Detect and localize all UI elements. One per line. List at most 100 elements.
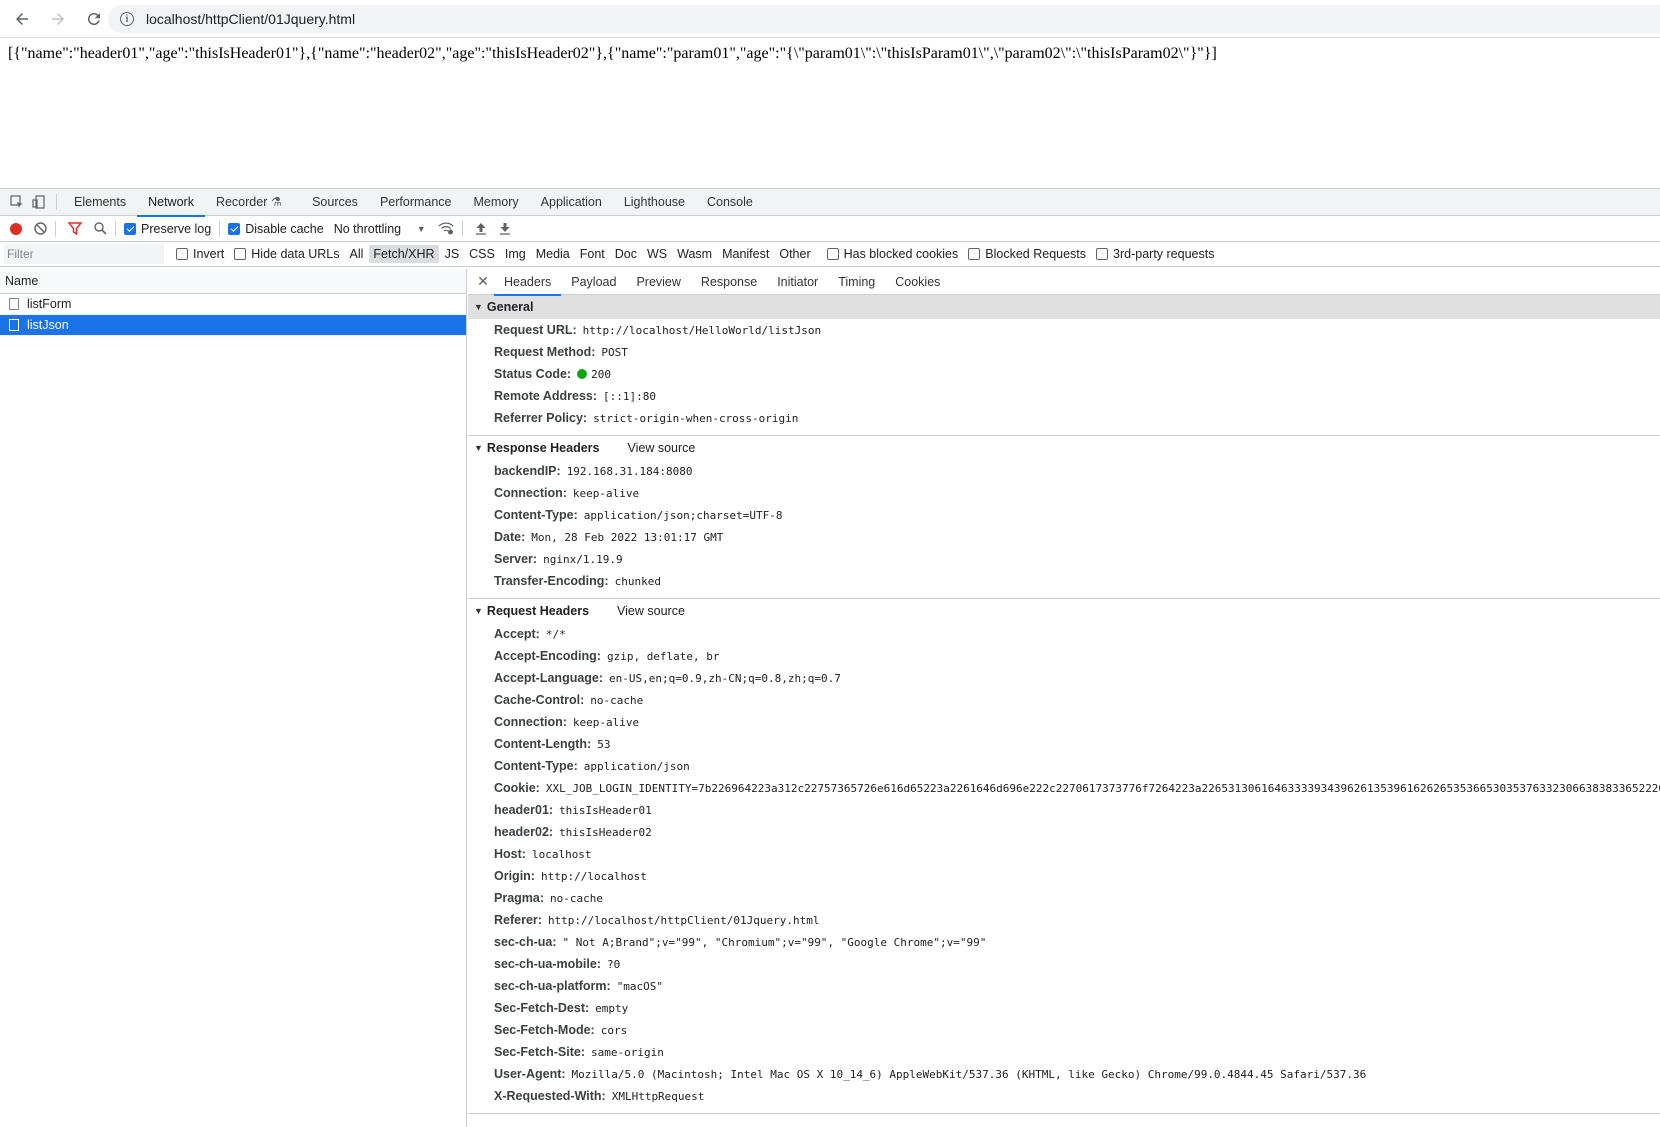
filter-type-all[interactable]: All	[346, 245, 368, 263]
filter-type-img[interactable]: Img	[501, 245, 530, 263]
filter-type-css[interactable]: CSS	[465, 245, 499, 263]
header-row: Accept-Language: en-US,en;q=0.9,zh-CN;q=0…	[468, 667, 1660, 689]
view-source-link[interactable]: View source	[617, 604, 685, 618]
separator	[219, 220, 221, 237]
throttling-select[interactable]: No throttling ▼	[334, 222, 426, 236]
request-row-listform[interactable]: listForm	[0, 294, 466, 315]
search-icon[interactable]	[94, 222, 107, 235]
tab-preview[interactable]: Preview	[626, 269, 690, 295]
info-icon[interactable]: i	[120, 12, 134, 26]
header-value: strict-origin-when-cross-origin	[593, 411, 799, 425]
filter-type-doc[interactable]: Doc	[611, 245, 641, 263]
filter-type-font[interactable]: Font	[576, 245, 609, 263]
disable-cache-label: Disable cache	[245, 221, 324, 236]
response-headers-section-header[interactable]: ▼ Response Headers View source	[468, 436, 1660, 460]
header-name: sec-ch-ua-mobile:	[494, 957, 601, 971]
filter-type-fetch-xhr[interactable]: Fetch/XHR	[369, 245, 439, 263]
tab-initiator[interactable]: Initiator	[767, 269, 828, 295]
has-blocked-cookies-label: Has blocked cookies	[843, 247, 959, 261]
inspect-element-icon[interactable]	[6, 191, 28, 213]
hide-data-urls-checkbox[interactable]: Hide data URLs	[234, 247, 340, 261]
tab-network[interactable]: Network	[137, 189, 205, 217]
tab-console[interactable]: Console	[696, 189, 764, 216]
export-har-icon[interactable]	[499, 222, 511, 235]
general-section-header[interactable]: ▼ General	[468, 295, 1660, 319]
header-name: Server:	[494, 552, 538, 566]
requests-list: Name listForm listJson	[0, 269, 467, 1127]
invert-label: Invert	[193, 247, 225, 261]
tab-payload[interactable]: Payload	[561, 269, 626, 295]
back-button[interactable]	[8, 5, 36, 33]
resource-type-filters: All Fetch/XHR JS CSS Img Media Font Doc …	[346, 245, 817, 263]
name-column-header[interactable]: Name	[0, 269, 466, 294]
header-name: Request Method:	[494, 345, 596, 359]
header-name: Origin:	[494, 869, 535, 883]
separator	[115, 220, 116, 237]
header-row: Transfer-Encoding: chunked	[468, 570, 1660, 592]
header-row: Cache-Control: no-cache	[468, 689, 1660, 711]
filter-type-js[interactable]: JS	[441, 245, 464, 263]
filter-type-media[interactable]: Media	[532, 245, 574, 263]
expand-triangle-icon: ▼	[474, 606, 483, 616]
tab-elements[interactable]: Elements	[63, 189, 137, 216]
clear-icon[interactable]	[34, 222, 47, 235]
header-name: Referer:	[494, 913, 542, 927]
request-headers-section-header[interactable]: ▼ Request Headers View source	[468, 599, 1660, 623]
device-toolbar-icon[interactable]	[28, 191, 50, 213]
tab-response[interactable]: Response	[691, 269, 767, 295]
filter-type-manifest[interactable]: Manifest	[718, 245, 773, 263]
header-row: Referer: http://localhost/httpClient/01Jq…	[468, 909, 1660, 931]
filter-icon[interactable]	[68, 222, 82, 235]
tab-sources[interactable]: Sources	[301, 189, 369, 216]
header-name: Transfer-Encoding:	[494, 574, 609, 588]
tab-cookies[interactable]: Cookies	[885, 269, 950, 295]
tab-headers[interactable]: Headers	[494, 269, 562, 296]
expand-triangle-icon: ▼	[474, 302, 483, 312]
tab-recorder[interactable]: Recorder ⚗	[205, 189, 293, 216]
header-name: header01:	[494, 803, 554, 817]
filter-type-other[interactable]: Other	[775, 245, 814, 263]
header-value: http://localhost	[540, 869, 647, 883]
header-name: Host:	[494, 847, 526, 861]
tab-performance[interactable]: Performance	[369, 189, 463, 216]
reload-button[interactable]	[80, 5, 108, 33]
record-icon[interactable]	[10, 222, 22, 235]
view-source-link[interactable]: View source	[627, 441, 695, 455]
tab-timing[interactable]: Timing	[828, 269, 885, 295]
header-row: sec-ch-ua-mobile: ?0	[468, 953, 1660, 975]
has-blocked-cookies-checkbox[interactable]: Has blocked cookies	[826, 247, 959, 261]
import-har-icon[interactable]	[475, 222, 487, 235]
address-bar[interactable]: i localhost/httpClient/01Jquery.html	[108, 5, 1660, 33]
tab-lighthouse[interactable]: Lighthouse	[613, 189, 696, 216]
header-value: empty	[595, 1001, 629, 1015]
blocked-requests-checkbox[interactable]: Blocked Requests	[968, 247, 1086, 261]
tab-memory[interactable]: Memory	[463, 189, 530, 216]
request-row-listjson[interactable]: listJson	[0, 315, 466, 336]
header-name: Connection:	[494, 486, 567, 500]
filter-type-wasm[interactable]: Wasm	[673, 245, 716, 263]
header-value: http://localhost/httpClient/01Jquery.htm…	[547, 913, 820, 927]
close-icon[interactable]: ✕	[472, 273, 494, 290]
header-value: Mozilla/5.0 (Macintosh; Intel Mac OS X 1…	[571, 1067, 1367, 1081]
preserve-log-checkbox[interactable]: Preserve log	[124, 222, 211, 236]
separator	[56, 194, 57, 210]
header-name: Date:	[494, 530, 526, 544]
header-name: Accept:	[494, 627, 540, 641]
forward-button[interactable]	[44, 5, 72, 33]
third-party-requests-checkbox[interactable]: 3rd-party requests	[1096, 247, 1214, 261]
filter-input[interactable]: Filter	[4, 244, 164, 264]
header-value: no-cache	[590, 693, 644, 707]
invert-checkbox[interactable]: Invert	[176, 247, 224, 261]
header-name: header02:	[494, 825, 554, 839]
header-row: header02: thisIsHeader02	[468, 821, 1660, 843]
header-value: "macOS"	[616, 979, 664, 993]
checkbox-unchecked-icon	[968, 248, 981, 260]
network-conditions-icon[interactable]	[438, 222, 454, 235]
header-value: keep-alive	[572, 715, 640, 729]
filter-type-ws[interactable]: WS	[643, 245, 671, 263]
tab-application[interactable]: Application	[530, 189, 613, 216]
header-row: backendIP: 192.168.31.184:8080	[468, 460, 1660, 482]
header-row: Cookie: XXL_JOB_LOGIN_IDENTITY=7b22696422…	[468, 777, 1660, 799]
disable-cache-checkbox[interactable]: Disable cache	[228, 222, 324, 236]
checkbox-unchecked-icon	[176, 248, 188, 260]
